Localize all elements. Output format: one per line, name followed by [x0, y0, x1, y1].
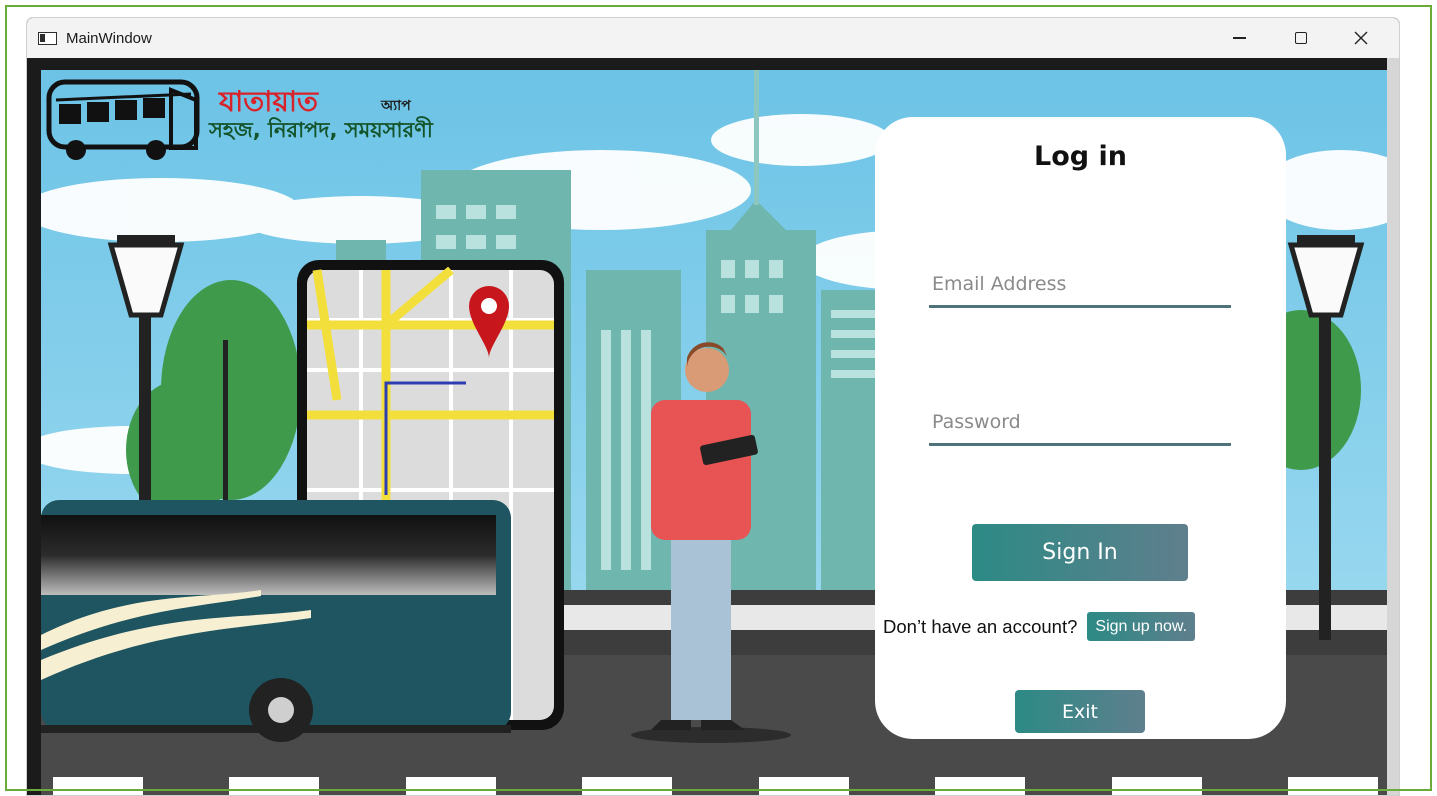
- login-heading: Log in: [1034, 141, 1127, 172]
- close-button[interactable]: [1331, 18, 1391, 58]
- main-window: MainWindow যাতায়াত অ্যাপ সহজ, নিরাপদ, স…: [26, 17, 1400, 796]
- minimize-icon: [1232, 37, 1246, 39]
- sign-in-button[interactable]: Sign In: [972, 524, 1188, 581]
- vertical-scrollbar[interactable]: [1387, 58, 1399, 795]
- app-window-icon: [38, 31, 57, 45]
- window-title: MainWindow: [66, 29, 152, 47]
- maximize-button[interactable]: [1271, 18, 1331, 58]
- title-bar[interactable]: MainWindow: [27, 18, 1399, 58]
- maximize-icon: [1295, 32, 1307, 44]
- close-icon: [1354, 31, 1368, 45]
- exit-button[interactable]: Exit: [1015, 690, 1145, 733]
- login-scene: যাতায়াত অ্যাপ সহজ, নিরাপদ, সময়সারণী Lo…: [41, 70, 1387, 795]
- minimize-button[interactable]: [1209, 18, 1269, 58]
- email-field[interactable]: [929, 262, 1231, 308]
- no-account-text: Don’t have an account?: [883, 615, 1078, 637]
- password-field[interactable]: [929, 400, 1231, 446]
- login-card: Log in Sign In Don’t have an account? Si…: [875, 117, 1286, 739]
- brand-tagline: সহজ, নিরাপদ, সময়সারণী: [209, 118, 433, 142]
- sign-up-button[interactable]: Sign up now.: [1087, 612, 1196, 641]
- signup-prompt-row: Don’t have an account? Sign up now.: [883, 612, 1283, 641]
